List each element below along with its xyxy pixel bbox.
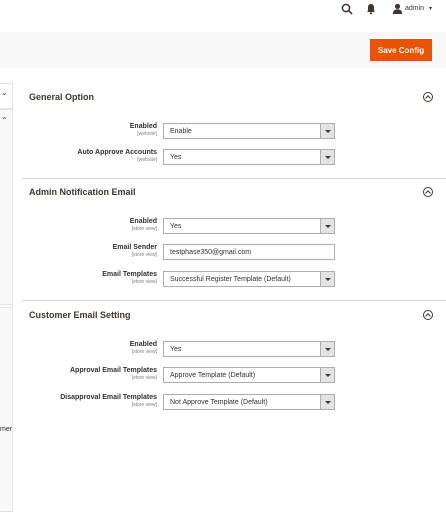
bell-icon[interactable] bbox=[366, 3, 376, 15]
sidebar-group-expanded[interactable]: ⌃ bbox=[0, 109, 13, 305]
dropdown-arrow-icon[interactable] bbox=[320, 124, 334, 138]
enabled-select[interactable]: Yes bbox=[163, 341, 335, 357]
section-divider bbox=[22, 178, 446, 179]
field-label: Approval Email Templates [store view] bbox=[69, 367, 157, 381]
field-label: Enabled [store view] bbox=[129, 218, 157, 232]
enabled-select[interactable]: Enable bbox=[163, 123, 335, 139]
section-header-general[interactable]: General Option bbox=[22, 88, 442, 108]
collapse-icon[interactable] bbox=[423, 92, 433, 102]
field-label: Email Sender [store view] bbox=[112, 244, 157, 258]
enabled-select[interactable]: Yes bbox=[163, 218, 335, 234]
field-row-email-templates: Email Templates [store view] Successful … bbox=[22, 271, 446, 291]
field-row-enabled: Enabled [store view] Yes bbox=[22, 341, 446, 361]
auto-approve-select[interactable]: Yes bbox=[163, 149, 335, 165]
save-config-button[interactable]: Save Config bbox=[370, 39, 432, 61]
section-header-customer-email[interactable]: Customer Email Setting bbox=[22, 306, 442, 326]
dropdown-arrow-icon[interactable] bbox=[320, 368, 334, 382]
top-header: admin ▾ bbox=[0, 0, 446, 20]
field-row-enabled: Enabled [website] Enable bbox=[22, 123, 446, 143]
field-row-email-sender: Email Sender [store view] testphase350@g… bbox=[22, 244, 446, 264]
disapproval-template-select[interactable]: Not Approve Template (Default) bbox=[163, 394, 335, 410]
admin-account-link[interactable]: admin bbox=[405, 5, 424, 12]
field-label: Email Templates [store view] bbox=[102, 271, 157, 285]
collapse-icon[interactable] bbox=[423, 187, 433, 197]
field-label: Auto Approve Accounts [website] bbox=[77, 149, 157, 163]
field-label: Enabled [website] bbox=[129, 123, 157, 137]
section-title: Customer Email Setting bbox=[29, 310, 131, 320]
dropdown-arrow-icon[interactable] bbox=[320, 219, 334, 233]
config-tabs-sidebar: ⌄ ⌃ mer bbox=[0, 83, 13, 512]
field-label: Disapproval Email Templates [store view] bbox=[60, 394, 157, 408]
email-templates-select[interactable]: Successful Register Template (Default) bbox=[163, 271, 335, 287]
chevron-up-icon: ⌃ bbox=[1, 116, 8, 125]
user-icon[interactable] bbox=[392, 3, 403, 15]
dropdown-arrow-icon[interactable] bbox=[320, 150, 334, 164]
dropdown-arrow-icon[interactable] bbox=[320, 272, 334, 286]
field-row-approval-templates: Approval Email Templates [store view] Ap… bbox=[22, 367, 446, 387]
page-actions-bar: Save Config bbox=[0, 32, 446, 68]
general-option-section: General Option Enabled [website] Enable … bbox=[22, 88, 446, 168]
email-sender-input[interactable]: testphase350@gmail.com bbox=[163, 244, 335, 260]
chevron-down-icon: ⌄ bbox=[1, 88, 8, 97]
approval-template-select[interactable]: Approve Template (Default) bbox=[163, 367, 335, 383]
sidebar-group-collapsed[interactable]: ⌄ bbox=[0, 83, 13, 109]
search-icon[interactable] bbox=[341, 3, 353, 15]
admin-notification-section: Admin Notification Email Enabled [store … bbox=[22, 183, 446, 293]
field-label: Enabled [store view] bbox=[129, 341, 157, 355]
sidebar-item-label[interactable]: mer bbox=[0, 426, 12, 433]
caret-down-icon[interactable]: ▾ bbox=[429, 5, 432, 12]
customer-email-section: Customer Email Setting Enabled [store vi… bbox=[22, 306, 446, 416]
field-row-enabled: Enabled [store view] Yes bbox=[22, 218, 446, 238]
collapse-icon[interactable] bbox=[423, 310, 433, 320]
field-row-disapproval-templates: Disapproval Email Templates [store view]… bbox=[22, 394, 446, 414]
dropdown-arrow-icon[interactable] bbox=[320, 395, 334, 409]
section-title: Admin Notification Email bbox=[29, 187, 136, 197]
section-title: General Option bbox=[29, 92, 95, 102]
section-header-admin-email[interactable]: Admin Notification Email bbox=[22, 183, 442, 203]
section-divider bbox=[22, 300, 446, 301]
dropdown-arrow-icon[interactable] bbox=[320, 342, 334, 356]
sidebar-group-items[interactable] bbox=[0, 307, 13, 512]
field-row-auto-approve: Auto Approve Accounts [website] Yes bbox=[22, 149, 446, 169]
